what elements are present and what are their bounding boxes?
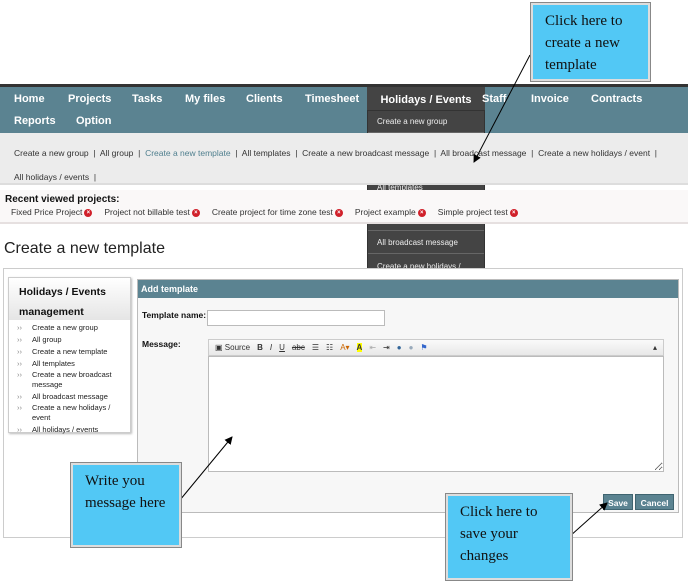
callout-write-message: Write you message here (70, 462, 182, 548)
arrow-top (473, 54, 531, 163)
callout-create-template: Click here to create a new template (530, 2, 651, 82)
callout-save: Click here to save your changes (445, 493, 573, 581)
arrow-left (179, 436, 233, 501)
